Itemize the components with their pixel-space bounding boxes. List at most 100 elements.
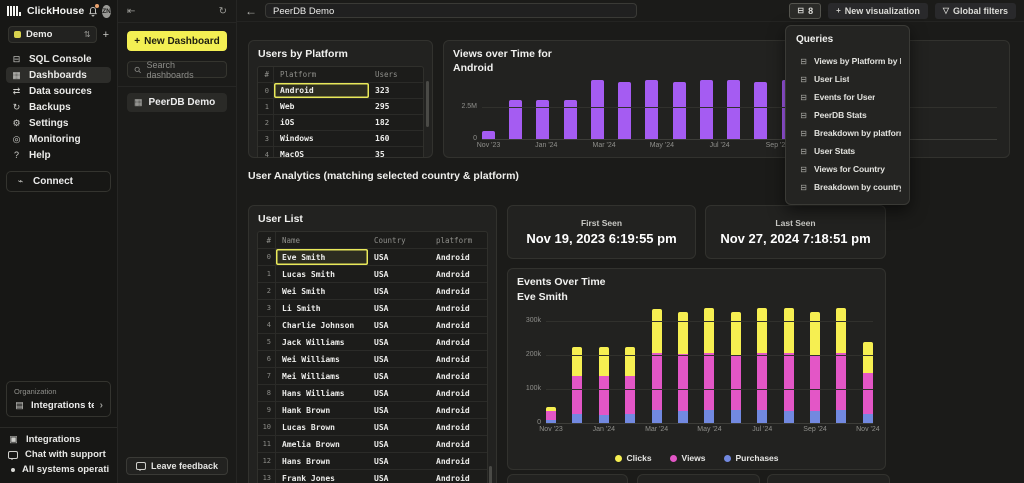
sidebar-item[interactable]: ▦Dashboards — [6, 67, 111, 83]
table-row[interactable]: 8Hans WilliamsUSAAndroid — [258, 385, 487, 402]
table-row[interactable]: 12Hans BrownUSAAndroid — [258, 453, 487, 470]
table-row[interactable]: 7Mei WilliamsUSAAndroid — [258, 368, 487, 385]
table-row[interactable]: 0Android323 — [258, 83, 423, 99]
table-row[interactable]: 1Lucas SmithUSAAndroid — [258, 266, 487, 283]
new-visualization-button[interactable]: + New visualization — [828, 3, 928, 19]
table-row[interactable]: 3Windows160 — [258, 131, 423, 147]
table-cell[interactable]: 160 — [369, 134, 423, 143]
table-row[interactable]: 1Web295 — [258, 99, 423, 115]
table-cell[interactable]: 35 — [369, 150, 423, 158]
table-cell[interactable]: 323 — [369, 86, 423, 95]
table-cell[interactable]: Amelia Brown — [276, 440, 368, 449]
table-cell[interactable]: Windows — [274, 134, 369, 143]
table-cell[interactable]: USA — [368, 372, 430, 381]
table-cell[interactable]: Android — [430, 423, 487, 432]
footer-link[interactable]: Chat with support — [8, 447, 109, 462]
sidebar-item[interactable]: ⇄Data sources — [6, 83, 111, 99]
query-menu-item[interactable]: ⊟User List — [786, 70, 909, 88]
table-cell[interactable]: USA — [368, 423, 430, 432]
table-cell[interactable]: USA — [368, 440, 430, 449]
query-menu-item[interactable]: ⊟Breakdown by platform — [786, 124, 909, 142]
table-cell[interactable]: USA — [368, 304, 430, 313]
query-menu-item[interactable]: ⊟Views by Platform by Day — [786, 52, 909, 70]
table-cell[interactable]: USA — [368, 287, 430, 296]
table-cell[interactable]: Android — [274, 83, 369, 98]
table-row[interactable]: 10Lucas BrownUSAAndroid — [258, 419, 487, 436]
footer-link[interactable]: ▣Integrations — [8, 432, 109, 447]
table-cell[interactable]: iOS — [274, 118, 369, 127]
scrollbar[interactable] — [489, 466, 492, 483]
table-cell[interactable]: Android — [430, 372, 487, 381]
table-cell[interactable]: Charlie Johnson — [276, 321, 368, 330]
table-cell[interactable]: MacOS — [274, 150, 369, 158]
table-cell[interactable]: USA — [368, 338, 430, 347]
back-button[interactable]: ← — [245, 5, 257, 17]
table-cell[interactable]: Hans Williams — [276, 389, 368, 398]
legend-item[interactable]: Views — [670, 453, 706, 463]
table-row[interactable]: 5Jack WilliamsUSAAndroid — [258, 334, 487, 351]
dashboard-title-input[interactable]: PeerDB Demo — [265, 3, 637, 18]
organization-team-selector[interactable]: ▤ Integrations team › — [14, 400, 103, 411]
table-cell[interactable]: USA — [368, 406, 430, 415]
query-menu-item[interactable]: ⊟Breakdown by country — [786, 178, 909, 196]
footer-link[interactable]: All systems operational — [8, 462, 109, 477]
table-row[interactable]: 13Frank JonesUSAAndroid — [258, 470, 487, 483]
table-cell[interactable]: Android — [430, 287, 487, 296]
queries-count-button[interactable]: ⊟ 8 — [789, 3, 821, 19]
query-menu-item[interactable]: ⊟User Stats — [786, 142, 909, 160]
table-cell[interactable]: Android — [430, 270, 487, 279]
table-cell[interactable]: Wei Smith — [276, 287, 368, 296]
table-cell[interactable]: Lucas Brown — [276, 423, 368, 432]
table-row[interactable]: 4MacOS35 — [258, 147, 423, 158]
sidebar-item[interactable]: ◎Monitoring — [6, 131, 111, 147]
search-dashboards-input[interactable]: Search dashboards — [127, 61, 227, 78]
table-cell[interactable]: Android — [430, 474, 487, 483]
collapse-sidebar-icon[interactable]: ⇤ — [127, 6, 135, 17]
table-cell[interactable]: Web — [274, 102, 369, 111]
add-service-button[interactable]: + — [103, 29, 109, 41]
table-cell[interactable]: USA — [368, 474, 430, 483]
table-cell[interactable]: Jack Williams — [276, 338, 368, 347]
table-cell[interactable]: Android — [430, 253, 487, 262]
table-cell[interactable]: USA — [368, 355, 430, 364]
table-cell[interactable]: USA — [368, 457, 430, 466]
table-cell[interactable]: Android — [430, 355, 487, 364]
table-cell[interactable]: Android — [430, 338, 487, 347]
table-cell[interactable]: USA — [368, 321, 430, 330]
table-cell[interactable]: Wei Williams — [276, 355, 368, 364]
query-menu-item[interactable]: ⊟PeerDB Stats — [786, 106, 909, 124]
table-cell[interactable]: Mei Williams — [276, 372, 368, 381]
table-cell[interactable]: 295 — [369, 102, 423, 111]
sidebar-item[interactable]: ⚙Settings — [6, 115, 111, 131]
table-row[interactable]: 11Amelia BrownUSAAndroid — [258, 436, 487, 453]
table-cell[interactable]: Hank Brown — [276, 406, 368, 415]
service-selector[interactable]: Demo ⇅ — [8, 26, 97, 43]
table-row[interactable]: 3Li SmithUSAAndroid — [258, 300, 487, 317]
table-cell[interactable]: USA — [368, 270, 430, 279]
sidebar-item[interactable]: ↻Backups — [6, 99, 111, 115]
refresh-icon[interactable]: ↻ — [219, 6, 227, 17]
notifications-bell-icon[interactable] — [88, 6, 98, 17]
leave-feedback-button[interactable]: Leave feedback — [126, 457, 228, 475]
global-filters-button[interactable]: ▽ Global filters — [935, 3, 1016, 19]
table-cell[interactable]: USA — [368, 253, 430, 262]
table-cell[interactable]: Lucas Smith — [276, 270, 368, 279]
table-cell[interactable]: Eve Smith — [276, 249, 368, 265]
table-row[interactable]: 0Eve SmithUSAAndroid — [258, 249, 487, 266]
table-cell[interactable]: Android — [430, 321, 487, 330]
user-avatar[interactable]: ZN — [102, 5, 111, 18]
new-dashboard-button[interactable]: + New Dashboard — [127, 31, 227, 51]
table-cell[interactable]: Android — [430, 440, 487, 449]
sidebar-item[interactable]: ⊟SQL Console — [6, 51, 111, 67]
table-cell[interactable]: Li Smith — [276, 304, 368, 313]
query-menu-item[interactable]: ⊟Events for User — [786, 88, 909, 106]
table-cell[interactable]: Android — [430, 389, 487, 398]
legend-item[interactable]: Clicks — [615, 453, 652, 463]
table-cell[interactable]: Hans Brown — [276, 457, 368, 466]
scrollbar[interactable] — [426, 81, 429, 127]
dashboard-list-item[interactable]: ▦PeerDB Demo — [127, 93, 227, 112]
table-row[interactable]: 2iOS182 — [258, 115, 423, 131]
table-cell[interactable]: 182 — [369, 118, 423, 127]
query-menu-item[interactable]: ⊟Views for Country — [786, 160, 909, 178]
sidebar-item[interactable]: ?Help — [6, 147, 111, 163]
